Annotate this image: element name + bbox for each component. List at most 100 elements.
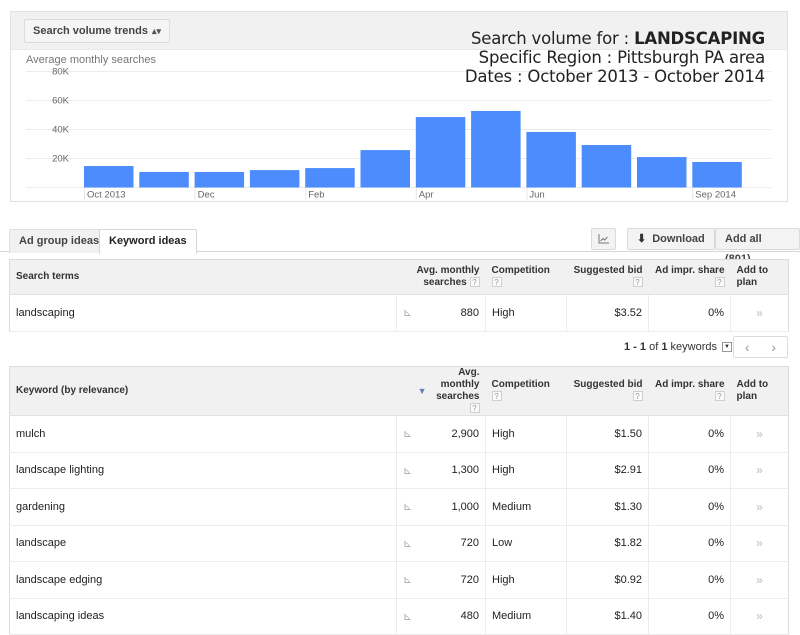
bar-jun[interactable] xyxy=(526,131,576,188)
bar-may[interactable] xyxy=(471,110,521,188)
table-row: landscape ⊾ 720 Low $1.82 0% » xyxy=(9,525,789,562)
header-suggested-bid[interactable]: Suggested bid? xyxy=(566,366,649,416)
bar-nov[interactable] xyxy=(139,171,189,188)
add-to-plan-cell[interactable]: » xyxy=(730,294,789,332)
bar-oct-2013[interactable] xyxy=(84,166,134,188)
trend-cell[interactable]: ⊾ xyxy=(396,294,427,332)
add-to-plan-cell[interactable]: » xyxy=(730,525,789,562)
help-icon[interactable]: ? xyxy=(714,277,725,288)
trend-chart-icon[interactable]: ⊾ xyxy=(403,465,412,477)
add-to-plan-icon[interactable]: » xyxy=(756,609,763,623)
add-all-button[interactable]: Add all (801) xyxy=(715,228,800,265)
next-page-button[interactable]: › xyxy=(761,337,788,357)
search-terms-table: Search terms Avg. monthly searches ? Com… xyxy=(9,259,789,332)
tab-keyword-ideas[interactable]: Keyword ideas xyxy=(99,229,197,254)
header-competition[interactable]: Competition ? xyxy=(485,259,567,295)
add-to-plan-icon[interactable]: » xyxy=(756,536,763,550)
add-to-plan-cell[interactable]: » xyxy=(730,488,789,526)
bar-mar[interactable] xyxy=(360,150,411,188)
add-to-plan-cell[interactable]: » xyxy=(730,561,789,599)
download-label: Download xyxy=(652,233,705,245)
trend-cell[interactable]: ⊾ xyxy=(396,598,427,635)
keyword-cell: landscape lighting xyxy=(9,452,397,489)
trend-cell[interactable]: ⊾ xyxy=(396,488,427,526)
header-ad-impr-share[interactable]: Ad impr. share? xyxy=(648,366,731,416)
table-header-row: Search terms Avg. monthly searches ? Com… xyxy=(9,259,789,295)
add-to-plan-icon[interactable]: » xyxy=(756,463,763,477)
ad-impr-share-cell: 0% xyxy=(648,561,731,599)
bar-aug[interactable] xyxy=(637,157,687,188)
add-to-plan-cell[interactable]: » xyxy=(730,415,789,453)
tab-ad-group-ideas[interactable]: Ad group ideas xyxy=(9,229,110,253)
help-icon[interactable]: ? xyxy=(632,277,643,288)
sort-desc-indicator[interactable]: ▼ xyxy=(396,366,427,416)
header-competition[interactable]: Competition ? xyxy=(485,366,567,416)
bar-sep-2014[interactable] xyxy=(692,161,742,188)
competition-cell: High xyxy=(485,415,567,453)
competition-cell: High xyxy=(485,452,567,489)
trend-cell[interactable]: ⊾ xyxy=(396,561,427,599)
table-row: landscaping ⊾ 880 High $3.52 0% » xyxy=(9,294,789,332)
trend-chart-icon[interactable]: ⊾ xyxy=(403,611,412,623)
keyword-cell: gardening xyxy=(9,488,397,526)
help-icon[interactable]: ? xyxy=(714,391,725,402)
download-icon: ⬇ xyxy=(637,233,647,245)
help-icon[interactable]: ? xyxy=(491,277,502,288)
header-add-to-plan: Add to plan xyxy=(730,366,789,416)
ad-impr-share-cell: 0% xyxy=(648,415,731,453)
help-icon[interactable]: ? xyxy=(469,403,480,414)
competition-cell: Medium xyxy=(485,488,567,526)
bar-apr[interactable] xyxy=(415,117,466,188)
trend-chart-icon[interactable]: ⊾ xyxy=(403,307,412,319)
trend-chart-icon[interactable]: ⊾ xyxy=(403,574,412,586)
bar-dec[interactable] xyxy=(194,171,245,188)
pagination-buttons: ‹ › xyxy=(733,336,788,358)
help-icon[interactable]: ? xyxy=(469,277,480,288)
add-to-plan-icon[interactable]: » xyxy=(756,500,763,514)
header-avg-monthly-searches[interactable]: Avg. monthly searches ? xyxy=(396,259,486,295)
header-suggested-bid[interactable]: Suggested bid? xyxy=(566,259,649,295)
y-tick-label: 40K xyxy=(52,125,70,136)
keyword-cell: landscape xyxy=(9,525,397,562)
line-chart-icon xyxy=(598,234,609,244)
trend-chart-icon[interactable]: ⊾ xyxy=(403,428,412,440)
add-to-plan-cell[interactable]: » xyxy=(730,598,789,635)
trend-cell[interactable]: ⊾ xyxy=(396,452,427,489)
trend-cell[interactable]: ⊾ xyxy=(396,415,427,453)
x-tick-label: Dec xyxy=(198,190,215,201)
header-keyword-by-relevance[interactable]: Keyword (by relevance) xyxy=(9,366,397,416)
trend-chart-icon[interactable]: ⊾ xyxy=(403,501,412,513)
trend-cell[interactable]: ⊾ xyxy=(396,525,427,562)
add-to-plan-icon[interactable]: » xyxy=(756,306,763,320)
trend-chart-icon[interactable]: ⊾ xyxy=(403,538,412,550)
download-button[interactable]: ⬇ Download xyxy=(627,228,715,250)
bar-feb[interactable] xyxy=(305,168,355,188)
ad-impr-share-cell: 0% xyxy=(648,488,731,526)
header-avg-monthly-searches[interactable]: Avg. monthly searches ? xyxy=(426,366,486,416)
help-icon[interactable]: ? xyxy=(632,391,643,402)
chart-view-button[interactable] xyxy=(591,228,616,250)
competition-cell: High xyxy=(485,561,567,599)
tabs-row: Ad group ideas Keyword ideas ⬇ Download A… xyxy=(0,228,800,265)
keyword-cell: landscaping xyxy=(9,294,397,332)
x-tick-label: Jun xyxy=(529,190,544,201)
table-row: landscape edging ⊾ 720 High $0.92 0% » xyxy=(9,561,789,599)
help-icon[interactable]: ? xyxy=(491,391,502,402)
prev-page-button[interactable]: ‹ xyxy=(734,337,761,357)
header-search-terms[interactable]: Search terms xyxy=(9,259,397,295)
header-ad-impr-share[interactable]: Ad impr. share? xyxy=(648,259,731,295)
keyword-cell: landscaping ideas xyxy=(9,598,397,635)
page-size-dropdown-icon[interactable]: ▼ xyxy=(721,342,732,353)
competition-cell: Medium xyxy=(485,598,567,635)
x-tick-label: Sep 2014 xyxy=(695,190,736,201)
avg-searches-cell: 2,900 xyxy=(426,415,486,453)
add-to-plan-icon[interactable]: » xyxy=(756,573,763,587)
pagination-summary: 1 - 1 of 1 keywords ▼ xyxy=(624,341,732,353)
add-to-plan-icon[interactable]: » xyxy=(756,427,763,441)
table-row: mulch ⊾ 2,900 High $1.50 0% » xyxy=(9,415,789,453)
add-to-plan-cell[interactable]: » xyxy=(730,452,789,489)
bar-jul[interactable] xyxy=(581,145,632,188)
keyword-rows: mulch ⊾ 2,900 High $1.50 0% » landscape … xyxy=(9,415,789,635)
bar-jan[interactable] xyxy=(249,170,300,188)
suggested-bid-cell: $1.50 xyxy=(566,415,649,453)
